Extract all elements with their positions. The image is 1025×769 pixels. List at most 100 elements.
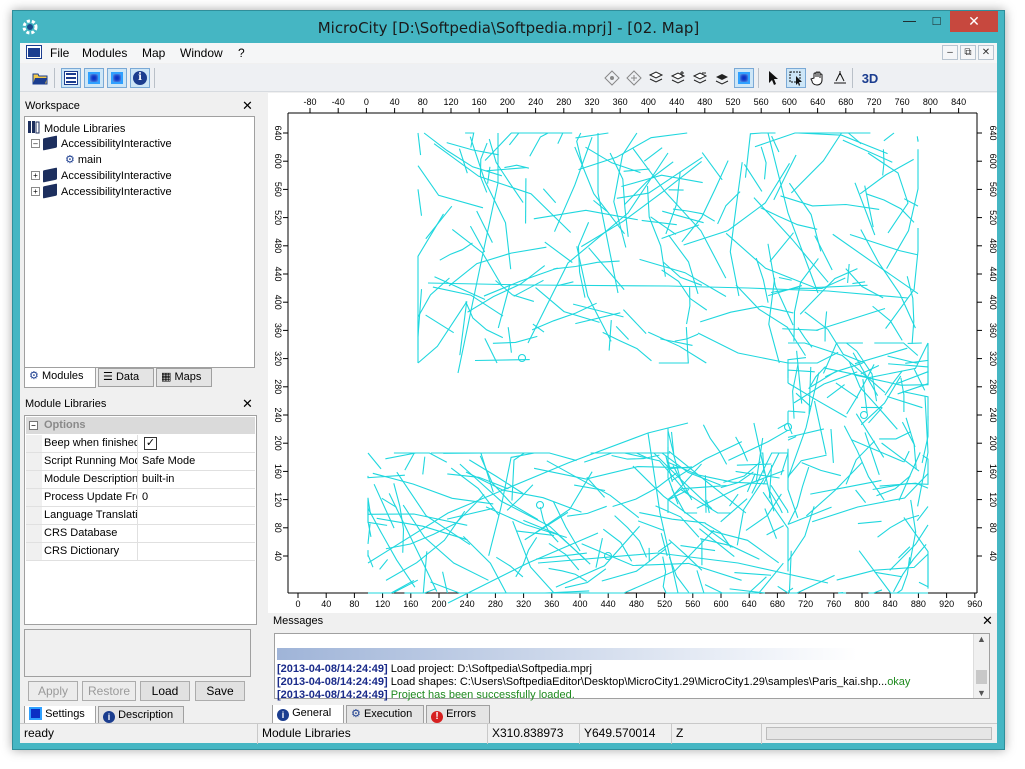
node-select-icon[interactable] [602, 68, 622, 88]
prop-row-crs-database[interactable]: CRS Database [26, 525, 255, 543]
workspace-toggle-icon[interactable] [61, 68, 81, 88]
street-line [553, 501, 581, 552]
tree-item-main[interactable]: ⚙ main [65, 152, 102, 168]
tab-execution[interactable]: ⚙ Execution [346, 705, 424, 724]
map-toggle-icon[interactable] [84, 68, 104, 88]
map-document-icon[interactable] [26, 45, 42, 59]
mdi-restore-button[interactable]: ⧉ [960, 45, 976, 60]
street-line [916, 506, 929, 522]
title-bar[interactable]: MicroCity [D:\Softpedia\Softpedia.mprj] … [13, 11, 1004, 43]
status-y-coord: Y649.570014 [580, 724, 672, 744]
prop-row-script-mode[interactable]: Script Running Mode Safe Mode [26, 453, 255, 471]
settings-icon [29, 707, 42, 720]
street-line [913, 368, 926, 391]
ruler-label: 240 [988, 407, 997, 422]
edit-icon[interactable] [624, 68, 644, 88]
ruler-label: 320 [988, 351, 997, 366]
layers-icon[interactable] [646, 68, 666, 88]
tab-data[interactable]: ☰ Data [98, 368, 154, 387]
menu-window[interactable]: Window [180, 46, 223, 60]
ruler-label: 480 [988, 238, 997, 253]
load-button[interactable]: Load [140, 681, 190, 701]
tab-general[interactable]: i General [272, 705, 344, 725]
tab-maps[interactable]: ▦ Maps [156, 368, 212, 387]
scroll-up-icon[interactable]: ▲ [974, 634, 989, 644]
expand-icon[interactable]: + [31, 187, 40, 196]
street-line [657, 542, 672, 553]
info-icon: i [103, 711, 115, 723]
workspace-title: Workspace [25, 100, 80, 112]
add-layer-icon[interactable] [668, 68, 688, 88]
ruler-label: 160 [472, 97, 487, 107]
module-libraries-close-icon[interactable]: ✕ [242, 397, 253, 411]
prop-row-language[interactable]: Language Translations [26, 507, 255, 525]
save-button[interactable]: Save [195, 681, 245, 701]
prop-row-update-frequency[interactable]: Process Update Frequency 0 [26, 489, 255, 507]
tree-item-accessibility-2[interactable]: + AccessibilityInteractive [31, 167, 172, 184]
street-line [422, 456, 426, 475]
layer-properties-icon[interactable] [712, 68, 732, 88]
apply-button[interactable]: Apply [28, 681, 78, 701]
street-line [379, 559, 389, 570]
progress-bar [766, 727, 992, 740]
menu-help[interactable]: ? [238, 46, 245, 60]
ruler-label: 80 [988, 523, 997, 533]
log-scrollbar[interactable]: ▲ ▼ [973, 634, 989, 698]
street-line [557, 132, 564, 144]
zoom-in-icon[interactable] [830, 68, 850, 88]
map-canvas[interactable]: -80 -40 0 40 80 120 160 200 240 280 320 360 400 440 48… [268, 93, 998, 613]
ruler-label: 680 [770, 599, 785, 609]
open-folder-icon[interactable] [30, 68, 50, 88]
ruler-label: 240 [273, 407, 283, 422]
map-view-icon[interactable] [734, 68, 754, 88]
prop-row-beep[interactable]: Beep when finished ✓ [26, 435, 255, 453]
street-line [465, 471, 582, 513]
hand-pan-icon[interactable] [808, 68, 828, 88]
tab-modules[interactable]: ⚙ Modules [24, 368, 96, 388]
modules-gear-icon: ⚙ [29, 370, 39, 382]
status-z-coord: Z [672, 724, 762, 744]
prop-group-options[interactable]: – Options [26, 417, 255, 434]
messages-log[interactable]: [2013-04-08/14:24:49] Load project: D:\S… [274, 633, 990, 701]
map-view[interactable]: -80 -40 0 40 80 120 160 200 240 280 320 360 400 440 48… [268, 93, 998, 613]
blue-square-icon[interactable] [107, 68, 127, 88]
mdi-minimize-button[interactable]: – [942, 45, 958, 60]
tab-errors[interactable]: ! Errors [426, 705, 490, 724]
mdi-close-button[interactable]: ✕ [978, 45, 994, 60]
info-icon[interactable]: i [130, 68, 150, 88]
collapse-icon[interactable]: – [29, 421, 38, 430]
minimize-button[interactable]: — [896, 11, 923, 32]
tree-item-module-libraries[interactable]: Module Libraries [27, 120, 125, 136]
ruler-label: 360 [613, 97, 628, 107]
menu-file[interactable]: File [50, 46, 69, 60]
status-x-coord: X310.838973 [488, 724, 580, 744]
street-line [668, 234, 699, 295]
3d-view-icon[interactable]: 3D [858, 68, 882, 88]
collapse-icon[interactable]: – [31, 139, 40, 148]
remove-layer-icon[interactable] [690, 68, 710, 88]
street-line [896, 557, 911, 594]
maximize-button[interactable]: □ [923, 11, 950, 32]
scroll-thumb[interactable] [976, 670, 987, 684]
tree-item-accessibility-1[interactable]: – AccessibilityInteractive [31, 135, 172, 152]
ruler-label: 320 [273, 351, 283, 366]
expand-icon[interactable]: + [31, 171, 40, 180]
ruler-label: 200 [273, 436, 283, 451]
menu-modules[interactable]: Modules [82, 46, 127, 60]
scroll-down-icon[interactable]: ▼ [974, 688, 989, 698]
select-arrow-icon[interactable] [764, 68, 784, 88]
messages-close-icon[interactable]: ✕ [982, 614, 993, 628]
zoom-box-icon[interactable] [786, 68, 806, 88]
menu-map[interactable]: Map [142, 46, 165, 60]
workspace-close-icon[interactable]: ✕ [242, 99, 253, 113]
street-line [367, 505, 388, 526]
prop-row-crs-dictionary[interactable]: CRS Dictionary [26, 543, 255, 561]
street-line [855, 489, 867, 503]
ruler-label: 760 [895, 97, 910, 107]
tree-item-accessibility-3[interactable]: + AccessibilityInteractive [31, 183, 172, 200]
close-button[interactable]: ✕ [950, 11, 998, 32]
ruler-label: -80 [303, 97, 316, 107]
beep-checkbox[interactable]: ✓ [144, 437, 157, 450]
restore-button[interactable]: Restore [82, 681, 136, 701]
prop-row-module-description[interactable]: Module Description built-in [26, 471, 255, 489]
